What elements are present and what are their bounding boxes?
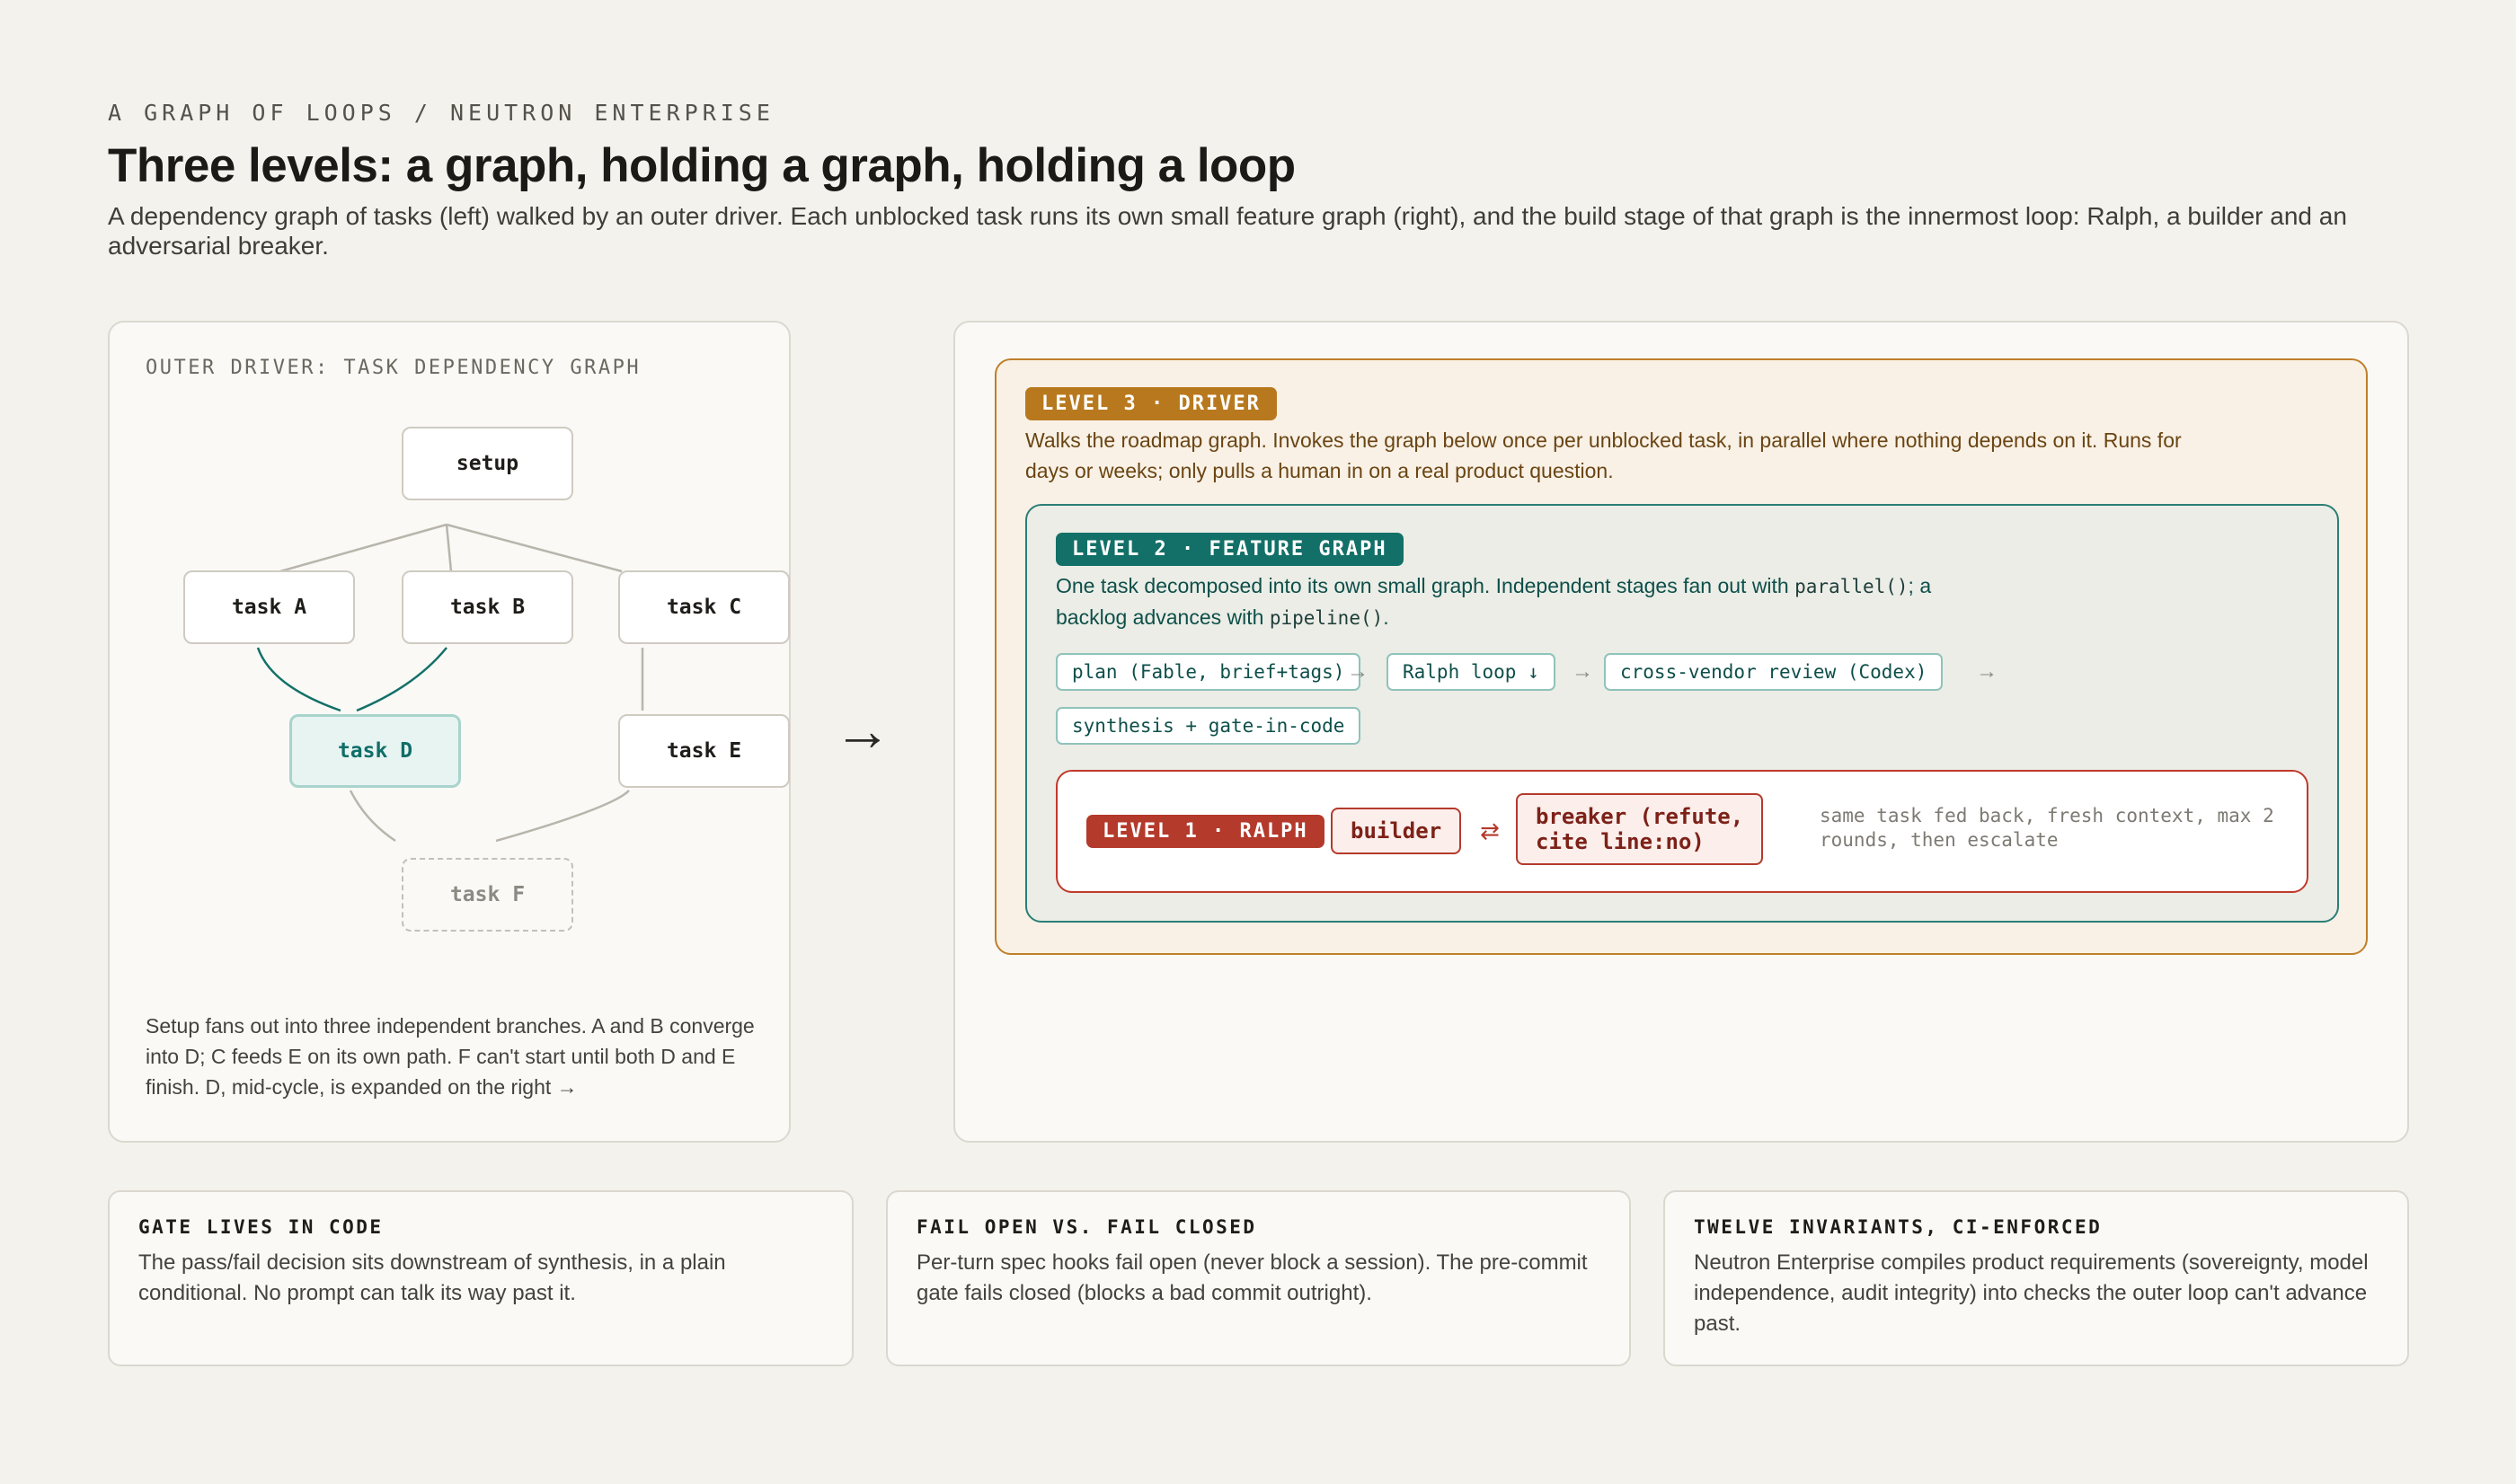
stage-synthesis-gate: synthesis + gate-in-code xyxy=(1056,707,1361,745)
level1-badge: LEVEL 1 · RALPH xyxy=(1086,815,1324,848)
level3-driver-box: LEVEL 3 · DRIVER Walks the roadmap graph… xyxy=(995,358,2368,955)
stage-ralph-loop: Ralph loop ↓ xyxy=(1386,653,1555,691)
level2-description: One task decomposed into its own small g… xyxy=(1056,570,1972,633)
flow-arrow-icon: → xyxy=(1347,659,1369,684)
page-title: Three levels: a graph, holding a graph, … xyxy=(108,139,1296,192)
expand-arrow-icon: → xyxy=(834,698,891,763)
flow-arrow-icon: → xyxy=(1572,659,1593,684)
level2-feature-graph-box: LEVEL 2 · FEATURE GRAPH One task decompo… xyxy=(1025,504,2339,923)
card-body: Per-turn spec hooks fail open (never blo… xyxy=(917,1250,1588,1305)
card-fail-open-closed: FAIL OPEN VS. FAIL CLOSED Per-turn spec … xyxy=(886,1190,1631,1366)
level1-ralph-box: LEVEL 1 · RALPH builder ⇄ breaker (refut… xyxy=(1056,770,2308,893)
card-twelve-invariants: TWELVE INVARIANTS, CI-ENFORCED Neutron E… xyxy=(1663,1190,2409,1366)
edge-setup-task-b xyxy=(445,524,453,572)
level3-description: Walks the roadmap graph. Invokes the gra… xyxy=(1025,428,2182,482)
pipeline-code: pipeline() xyxy=(1269,607,1384,629)
node-task-c: task C xyxy=(618,570,790,644)
edge-setup-task-a xyxy=(279,523,447,573)
builder-chip: builder xyxy=(1331,808,1462,854)
node-task-b: task B xyxy=(402,570,573,644)
edge-task-e-task-f xyxy=(495,790,630,843)
parallel-code: parallel() xyxy=(1794,576,1909,597)
graph-caption: Setup fans out into three independent br… xyxy=(146,1014,755,1099)
card-body: The pass/fail decision sits downstream o… xyxy=(138,1250,726,1305)
outer-driver-panel: OUTER DRIVER: TASK DEPENDENCY GRAPH setu… xyxy=(108,321,791,1143)
level2-desc-text: One task decomposed into its own small g… xyxy=(1056,574,1795,597)
edge-task-d-task-f xyxy=(349,790,396,843)
swap-arrows-icon: ⇄ xyxy=(1480,817,1500,844)
level2-badge: LEVEL 2 · FEATURE GRAPH xyxy=(1056,533,1404,566)
breaker-line: breaker (refute, xyxy=(1536,804,1744,829)
card-body: Neutron Enterprise compiles product requ… xyxy=(1694,1250,2369,1336)
card-title: TWELVE INVARIANTS, CI-ENFORCED xyxy=(1694,1216,2103,1238)
node-task-e: task E xyxy=(618,714,790,788)
stage-cross-vendor-review: cross-vendor review (Codex) xyxy=(1604,653,1944,691)
edge-setup-task-c xyxy=(446,523,623,573)
eyebrow: A GRAPH OF LOOPS / NEUTRON ENTERPRISE xyxy=(108,100,775,126)
node-task-f: task F xyxy=(402,858,573,932)
breaker-line: cite line:no) xyxy=(1536,829,1705,854)
card-title: GATE LIVES IN CODE xyxy=(138,1216,384,1238)
node-setup: setup xyxy=(402,427,573,500)
edge-task-b-task-d xyxy=(356,647,447,712)
flow-arrow-icon: → xyxy=(1976,659,1998,684)
card-gate-in-code: GATE LIVES IN CODE The pass/fail decisio… xyxy=(108,1190,854,1366)
breaker-chip: breaker (refute, cite line:no) xyxy=(1516,793,1764,865)
stage-plan: plan (Fable, brief+tags) xyxy=(1056,653,1361,691)
ralph-note: same task fed back, fresh context, max 2… xyxy=(1820,805,2274,851)
edge-task-a-task-d xyxy=(256,647,341,712)
card-title: FAIL OPEN VS. FAIL CLOSED xyxy=(917,1216,1257,1238)
node-task-a: task A xyxy=(183,570,355,644)
node-task-d: task D xyxy=(289,714,461,788)
level3-badge: LEVEL 3 · DRIVER xyxy=(1025,387,1277,420)
level2-desc-text: . xyxy=(1383,605,1389,629)
page-subtitle: A dependency graph of tasks (left) walke… xyxy=(108,202,2347,260)
nested-levels-panel: LEVEL 3 · DRIVER Walks the roadmap graph… xyxy=(953,321,2409,1143)
